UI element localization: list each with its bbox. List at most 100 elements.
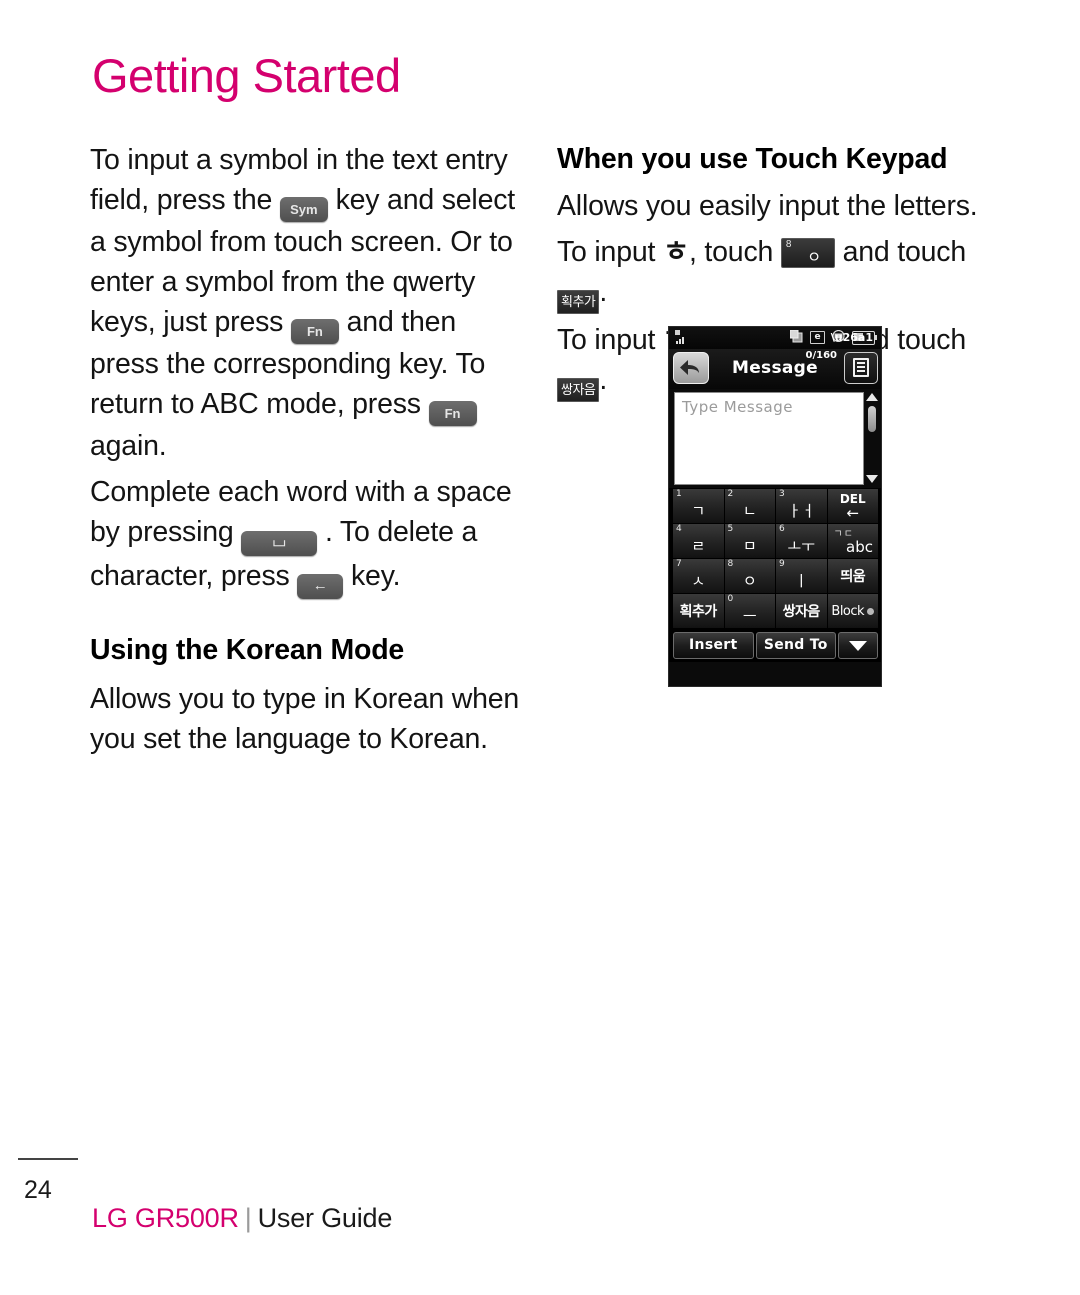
keypad-key-8[interactable]: 8 ㅇ <box>724 559 775 593</box>
phone-status-bar: e \u26a1 <box>669 327 881 349</box>
fn-key-icon: Fn <box>290 319 339 344</box>
hangul-hieut: ㅎ <box>662 236 689 268</box>
instruction-text-part: To input <box>557 324 656 356</box>
character-counter: 0/160 <box>805 350 837 361</box>
windows-icon <box>789 329 803 346</box>
key-char: ㅣ <box>794 572 809 590</box>
heading-using-korean-mode: Using the Korean Mode <box>90 634 405 666</box>
block-dot-icon <box>867 608 875 615</box>
status-icon-group: e \u26a1 <box>789 329 877 346</box>
touch-key-number: 8 <box>785 239 792 250</box>
footer-divider <box>18 1158 78 1160</box>
keypad-key-delete[interactable]: DEL ← <box>827 489 878 523</box>
phone-soft-key-bar: Insert Send To <box>669 628 881 662</box>
message-input[interactable]: Type Message <box>674 392 864 485</box>
keypad-key-9[interactable]: 9 ㅣ <box>776 559 827 593</box>
space-key-icon: ⌴ <box>241 531 318 556</box>
instruction-text-part: . <box>599 364 608 396</box>
paragraph-touch-intro: Allows you easily input the letters. <box>557 190 978 222</box>
key-char: 획추가 <box>679 604 718 620</box>
touch-key-hoekchuga-icon: 획추가 <box>557 290 600 314</box>
key-char: 쌍자음 <box>782 604 821 620</box>
paragraph-space-delete: Complete each word with a space by press… <box>90 472 530 599</box>
key-number: 3 <box>779 489 785 499</box>
keypad-key-1[interactable]: 1 ㄱ <box>673 489 724 523</box>
keypad-key-abc[interactable]: ㄱㄷ abc <box>827 524 878 558</box>
message-placeholder: Type Message <box>682 398 793 416</box>
keypad-key-5[interactable]: 5 ㅁ <box>724 524 775 558</box>
signal-bars-icon <box>675 330 693 345</box>
keypad-key-block[interactable]: Block <box>827 594 879 628</box>
footer-guide-label: User Guide <box>257 1203 393 1233</box>
scrollbar-thumb[interactable] <box>868 406 876 432</box>
chevron-glyph <box>849 641 867 651</box>
message-scrollbar[interactable] <box>865 392 879 485</box>
instruction-text-part: . <box>599 276 608 308</box>
instruction-text-part: , touch <box>688 236 774 268</box>
touch-key-char: ㅇ <box>807 249 821 266</box>
instruction-text-part: To input <box>557 236 656 268</box>
paragraph-text-part: again. <box>90 430 167 462</box>
key-char: ㅇ <box>742 572 757 590</box>
backspace-key-icon: ← <box>297 574 344 599</box>
key-number: 1 <box>676 489 682 499</box>
touch-key-ssangjaeum-icon: 쌍자음 <box>557 378 600 402</box>
heading-touch-keypad: When you use Touch Keypad <box>557 143 948 175</box>
key-number: 7 <box>676 559 682 569</box>
key-char: ㅡ <box>742 607 757 625</box>
footer-separator: | <box>244 1203 252 1233</box>
key-number: 2 <box>727 489 734 499</box>
triangle-up-icon[interactable] <box>866 393 878 401</box>
keypad-key-ssangjaeum[interactable]: 쌍자음 <box>776 594 827 628</box>
paragraph-text-part: key. <box>351 560 401 592</box>
page-number: 24 <box>24 1176 52 1204</box>
page-title: Getting Started <box>92 49 401 102</box>
key-char: ㄹ <box>691 537 706 555</box>
keypad-key-3[interactable]: 3 ㅏㅓ <box>776 489 827 523</box>
phone-message-area: Type Message <box>669 389 881 488</box>
battery-charging-icon: \u26a1 <box>830 330 877 345</box>
key-number: 8 <box>727 559 734 569</box>
block-label: Block <box>831 604 865 619</box>
key-number: 5 <box>727 524 734 534</box>
list-menu-icon[interactable] <box>844 352 878 384</box>
key-number: 0 <box>727 594 734 604</box>
keypad-key-hoekchuga[interactable]: 획추가 <box>673 594 724 628</box>
phone-title-bar: Message 0/160 <box>669 349 881 389</box>
key-char: 띄움 <box>840 569 866 585</box>
instruction-text-part: and touch <box>842 236 967 268</box>
key-char: Block <box>828 604 879 620</box>
fn-key-icon: Fn <box>428 401 477 426</box>
send-to-button[interactable]: Send To <box>755 632 836 659</box>
menu-lines <box>853 358 869 377</box>
chevron-down-icon[interactable] <box>838 632 878 659</box>
key-char: ㄴ <box>742 502 757 520</box>
paragraph-symbol-input: To input a symbol in the text entry fiel… <box>90 140 530 466</box>
insert-button[interactable]: Insert <box>673 632 754 659</box>
footer-brand: LG GR500R <box>92 1203 239 1233</box>
sym-key-icon: Sym <box>279 197 328 222</box>
browser-icon: e <box>810 331 825 344</box>
key-number: 9 <box>779 559 785 569</box>
key-char: ㅏㅓ <box>787 502 816 520</box>
key-char: abc <box>846 538 873 556</box>
keypad-key-space[interactable]: 띄움 <box>827 559 878 593</box>
keypad-key-0[interactable]: 0 ㅡ <box>724 594 775 628</box>
keypad-key-7[interactable]: 7 ㅅ <box>673 559 724 593</box>
paragraph-korean-mode: Allows you to type in Korean when you se… <box>90 683 520 755</box>
key-char: ㅁ <box>742 537 757 555</box>
instruction-line-hieut: To input ㅎ, touch 8 ㅇ and touch 획추가. <box>557 232 1012 314</box>
keypad-key-4[interactable]: 4 ㄹ <box>673 524 724 558</box>
keypad-key-6[interactable]: 6 ㅗㅜ <box>776 524 827 558</box>
phone-screenshot: e \u26a1 Message 0/160 Type Message 1 ㄱ … <box>668 326 882 687</box>
delete-arrow-icon: ← <box>846 504 860 522</box>
phone-keypad: 1 ㄱ 2 ㄴ 3 ㅏㅓ DEL ← 4 ㄹ 5 ㅁ 6 ㅗㅜ ㄱㄷ abc 7… <box>669 488 881 628</box>
key-char: ㅗㅜ <box>787 537 816 555</box>
footer-caption: LG GR500R | User Guide <box>92 1203 392 1234</box>
key-number: 6 <box>779 524 785 534</box>
triangle-down-icon[interactable] <box>866 475 878 483</box>
keypad-key-2[interactable]: 2 ㄴ <box>724 489 775 523</box>
left-column: To input a symbol in the text entry fiel… <box>90 140 530 759</box>
key-number: 4 <box>676 524 682 534</box>
key-char: ㄱ <box>691 502 706 520</box>
